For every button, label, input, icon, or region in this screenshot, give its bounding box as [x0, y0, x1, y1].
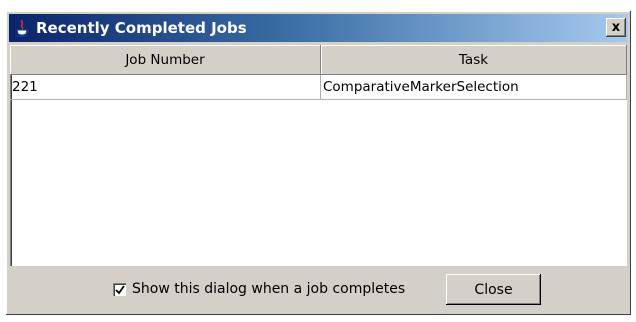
show-dialog-option[interactable]: Show this dialog when a job completes — [113, 281, 405, 297]
column-header-job-number[interactable]: Job Number — [10, 45, 321, 75]
job-number-cell[interactable]: 221 — [10, 74, 321, 100]
checkmark-icon — [115, 284, 125, 294]
column-header-task[interactable]: Task — [320, 45, 627, 75]
recent-jobs-dialog: Recently Completed Jobs x Job Number Tas… — [6, 11, 631, 315]
close-icon: x — [611, 20, 621, 35]
jobs-table-container: Job Number Task 221 ComparativeMarkerSel… — [10, 45, 627, 266]
table-header-row: Job Number Task — [10, 45, 627, 75]
table-row[interactable]: 221 ComparativeMarkerSelection — [10, 74, 627, 100]
java-cup-icon — [13, 18, 31, 38]
show-dialog-label: Show this dialog when a job completes — [132, 281, 406, 297]
close-window-button[interactable]: x — [606, 18, 626, 37]
title-bar[interactable]: Recently Completed Jobs x — [9, 14, 628, 42]
task-cell[interactable]: ComparativeMarkerSelection — [320, 74, 627, 100]
jobs-table: Job Number Task 221 ComparativeMarkerSel… — [10, 45, 627, 100]
window-title: Recently Completed Jobs — [36, 19, 247, 37]
dialog-footer: Show this dialog when a job completes Cl… — [6, 269, 631, 313]
close-button[interactable]: Close — [446, 274, 541, 305]
show-dialog-checkbox[interactable] — [113, 282, 126, 296]
